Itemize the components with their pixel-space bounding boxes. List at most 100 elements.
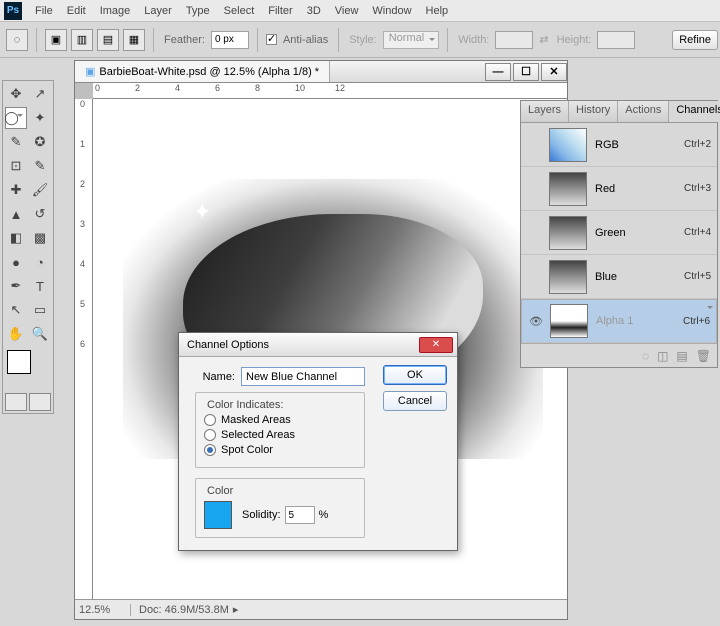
menu-image[interactable]: Image [93,5,138,17]
ruler-horizontal[interactable]: 024681012 [93,83,567,99]
visibility-icon[interactable] [527,181,543,197]
channel-row[interactable]: RGB Ctrl+2 [521,123,717,167]
visibility-icon[interactable]: 👁 [528,313,544,329]
width-label: Width: [456,34,491,46]
tab-layers[interactable]: Layers [521,101,569,122]
delete-channel-icon[interactable]: 🗑 [696,349,711,363]
menu-view[interactable]: View [328,5,366,17]
stamp-tool[interactable]: ▲ [5,203,27,225]
channel-row[interactable]: Blue Ctrl+5 [521,255,717,299]
document-tab[interactable]: ▣BarbieBoat-White.psd @ 12.5% (Alpha 1/8… [75,61,330,82]
quickmask-toggle[interactable] [5,393,27,411]
solidity-label: Solidity: [242,509,281,521]
healing-tool[interactable]: ✚ [5,179,27,201]
channel-name-input[interactable] [241,367,365,386]
marquee-tool[interactable]: ◯ [5,107,27,129]
menu-select[interactable]: Select [217,5,262,17]
minimize-button[interactable]: — [485,63,511,81]
channel-name: Blue [595,271,684,283]
move-tool[interactable]: ✥ [5,83,27,105]
hand-tool[interactable]: ✋ [5,323,27,345]
antialias-checkbox[interactable] [266,34,277,45]
foreground-color[interactable] [7,350,31,374]
eraser-tool[interactable]: ◧ [5,227,27,249]
visibility-icon[interactable] [527,225,543,241]
shape-tool[interactable]: ▭ [29,299,51,321]
solidity-input[interactable] [285,506,315,524]
channel-row[interactable]: Green Ctrl+4 [521,211,717,255]
magic-wand-tool[interactable]: ✪ [29,131,51,153]
panel-tabs: Layers History Actions Channels ≡ [521,101,717,123]
dialog-close-button[interactable]: ✕ [419,337,453,353]
quick-select-tool[interactable]: ✎ [5,131,27,153]
lasso-tool[interactable]: ✦ [29,107,51,129]
ok-button[interactable]: OK [383,365,447,385]
swap-icon: ⇄ [537,33,550,46]
dialog-titlebar[interactable]: Channel Options ✕ [179,333,457,357]
crop-tool[interactable]: ⊡ [5,155,27,177]
type-tool[interactable]: T [29,275,51,297]
menu-edit[interactable]: Edit [60,5,93,17]
tab-history[interactable]: History [569,101,618,122]
menu-filter[interactable]: Filter [261,5,299,17]
channel-row[interactable]: Red Ctrl+3 [521,167,717,211]
tab-channels[interactable]: Channels [669,101,720,122]
zoom-level[interactable]: 12.5% [75,604,131,616]
channel-shortcut: Ctrl+2 [684,139,711,150]
radio-masked-areas[interactable]: Masked Areas [204,414,356,426]
style-label: Style: [347,34,379,46]
visibility-icon[interactable] [527,269,543,285]
color-indicates-legend: Color Indicates: [204,399,286,411]
chevron-right-icon[interactable]: ▸ [233,603,239,616]
subtract-selection-icon[interactable]: ▤ [97,29,119,51]
blur-tool[interactable]: ● [5,251,27,273]
cancel-button[interactable]: Cancel [383,391,447,411]
dodge-tool[interactable]: ◔ [29,251,51,273]
color-indicates-fieldset: Color Indicates: Masked Areas Selected A… [195,392,365,468]
refine-edge-button[interactable]: Refine [672,30,718,50]
height-label: Height: [555,34,594,46]
feather-input[interactable] [211,31,249,49]
radio-spot-color[interactable]: Spot Color [204,444,356,456]
intersect-selection-icon[interactable]: ▦ [123,29,145,51]
visibility-icon[interactable] [527,137,543,153]
toolbox: ✥↗ ◯✦ ✎✪ ⊡✎ ✚🖌 ▲↺ ◧▩ ●◔ ✒T ↖▭ ✋🔍 [2,80,54,414]
channel-shortcut: Ctrl+6 [683,316,710,327]
channel-thumb [549,172,587,206]
eyedropper-tool[interactable]: ✎ [29,155,51,177]
style-select[interactable]: Normal [383,31,439,49]
ruler-vertical[interactable]: 0123456 [75,99,93,599]
close-button[interactable]: ✕ [541,63,567,81]
new-channel-icon[interactable]: ▤ [676,349,687,363]
pen-tool[interactable]: ✒ [5,275,27,297]
doc-size-info[interactable]: Doc: 46.9M/53.8M [131,604,229,616]
channel-thumb [550,304,588,338]
path-select-tool[interactable]: ↖ [5,299,27,321]
radio-selected-areas[interactable]: Selected Areas [204,429,356,441]
channel-row[interactable]: 👁 Alpha 1 Ctrl+6 [521,299,717,343]
tab-actions[interactable]: Actions [618,101,669,122]
artboard-tool[interactable]: ↗ [29,83,51,105]
status-bar: 12.5% Doc: 46.9M/53.8M ▸ [75,599,567,619]
save-selection-icon[interactable]: ◫ [657,349,668,363]
load-selection-icon[interactable]: ◌ [642,349,649,363]
zoom-tool[interactable]: 🔍 [29,323,51,345]
brush-tool[interactable]: 🖌 [29,179,51,201]
menu-window[interactable]: Window [365,5,418,17]
menu-file[interactable]: File [28,5,60,17]
maximize-button[interactable]: ☐ [513,63,539,81]
tool-preset-picker[interactable]: ◌ [6,29,28,51]
screenmode-toggle[interactable] [29,393,51,411]
color-wells[interactable] [5,350,51,386]
menu-type[interactable]: Type [179,5,217,17]
color-swatch[interactable] [204,501,232,529]
add-selection-icon[interactable]: ▥ [71,29,93,51]
new-selection-icon[interactable]: ▣ [45,29,67,51]
menu-layer[interactable]: Layer [137,5,179,17]
history-brush-tool[interactable]: ↺ [29,203,51,225]
menu-help[interactable]: Help [419,5,456,17]
menu-3d[interactable]: 3D [300,5,328,17]
gradient-tool[interactable]: ▩ [29,227,51,249]
channel-name: RGB [595,139,684,151]
app-logo: Ps [4,2,22,20]
